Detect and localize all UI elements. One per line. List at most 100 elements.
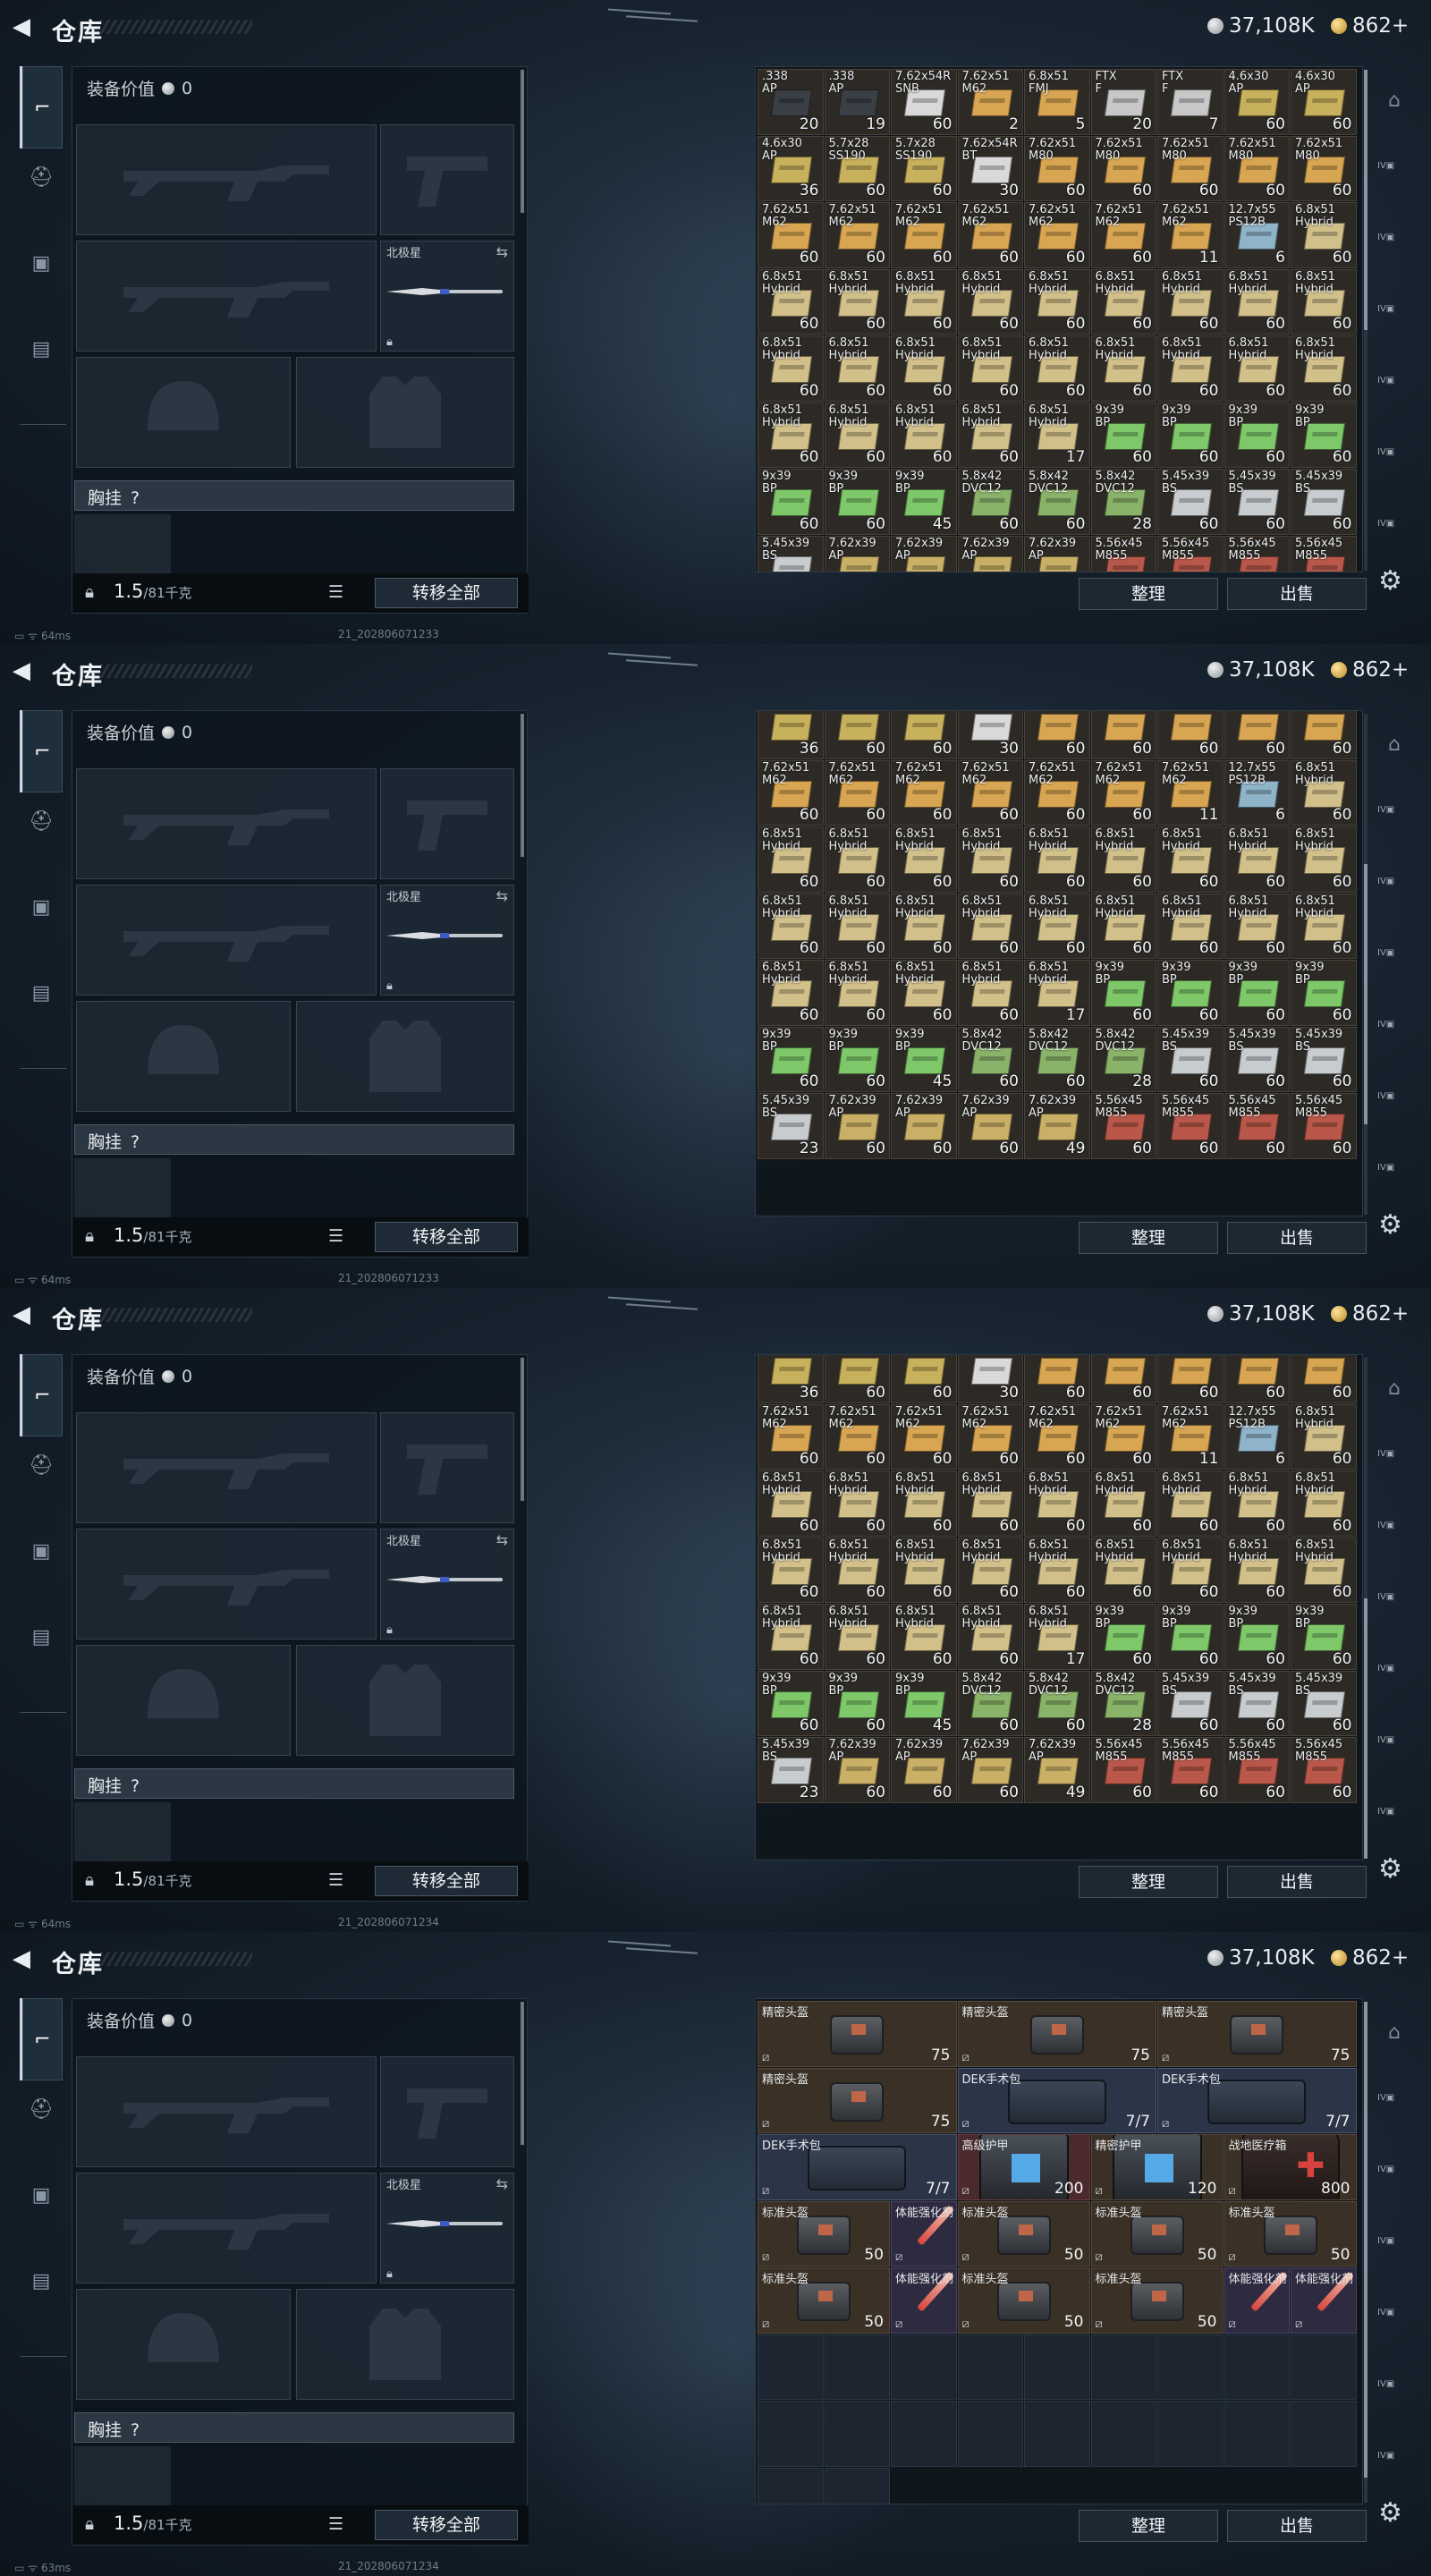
ammo-item[interactable]: 7.62x39 AP 49 <box>1024 1737 1090 1803</box>
ammo-item[interactable]: 7.62x51 M62 60 <box>1024 1403 1090 1470</box>
tab-vest-icon[interactable]: ▣ <box>20 886 63 928</box>
page-iv-icon[interactable]: IV▣ <box>1377 1449 1411 1479</box>
ammo-item[interactable]: 6.8x51 Hybrid 60 <box>758 826 824 893</box>
ammo-item[interactable]: 6.8x51 Hybrid 60 <box>1291 1537 1357 1603</box>
ammo-item[interactable]: 6.8x51 Hybrid 60 <box>824 893 890 959</box>
ammo-item[interactable]: 9x39 BP 45 <box>891 1670 957 1736</box>
ammo-item[interactable]: FTX F 20 <box>1090 69 1156 135</box>
ammo-item[interactable]: 5.56x45 M855 60 <box>1090 1737 1156 1803</box>
warehouse-scrollbar[interactable] <box>1364 70 1367 571</box>
page-iv-icon[interactable]: IV▣ <box>1377 805 1411 835</box>
helmet-slot[interactable] <box>76 2289 291 2400</box>
ammo-item[interactable]: 30 <box>957 711 1023 759</box>
ammo-item[interactable]: 6.8x51 Hybrid 60 <box>891 1537 957 1603</box>
sidearm-slot[interactable] <box>380 2056 514 2167</box>
gear-icon[interactable]: ⚙ <box>1378 565 1402 597</box>
ammo-item[interactable]: 5.7x28 SS190 60 <box>891 135 957 201</box>
ammo-item[interactable]: 6.8x51 FMJ 5 <box>1024 69 1090 135</box>
ammo-item[interactable]: 60 <box>1024 711 1090 759</box>
empty-slot[interactable] <box>891 2334 957 2400</box>
ammo-item[interactable]: 6.8x51 Hybrid 60 <box>824 1470 890 1537</box>
gear-item[interactable]: 标准头盔 ⧄ 50 <box>1224 2200 1357 2267</box>
ammo-item[interactable]: 6.8x51 Hybrid 60 <box>957 1604 1023 1670</box>
ammo-item[interactable]: 5.8x42 DVC12 60 <box>1024 1670 1090 1736</box>
swap-icon[interactable]: ⇆ <box>496 243 508 260</box>
ammo-item[interactable]: 5.7x28 SS190 60 <box>824 135 890 201</box>
ammo-item[interactable]: 6.8x51 Hybrid 60 <box>1224 335 1290 402</box>
ammo-item[interactable]: 6.8x51 Hybrid 60 <box>1291 268 1357 335</box>
scroll-thumb[interactable] <box>1364 1597 1367 1859</box>
ammo-item[interactable]: 5.56x45 M855 <box>1224 535 1290 572</box>
ammo-item[interactable]: 5.56x45 M855 <box>1291 535 1357 572</box>
scroll-thumb[interactable] <box>1364 70 1367 331</box>
ammo-item[interactable]: 9x39 BP 60 <box>1224 402 1290 468</box>
list-icon[interactable]: ☰ <box>328 582 343 602</box>
chest-rig-header[interactable]: 胸挂? <box>74 2412 514 2443</box>
ammo-item[interactable]: 6.8x51 Hybrid 60 <box>891 893 957 959</box>
page-iv-icon[interactable]: IV▣ <box>1377 161 1411 191</box>
page-iv-icon[interactable]: IV▣ <box>1377 1664 1411 1694</box>
chest-rig-header[interactable]: 胸挂? <box>74 1768 514 1799</box>
ammo-item[interactable]: 5.56x45 M855 60 <box>1224 1737 1290 1803</box>
ammo-item[interactable]: 9x39 BP 60 <box>824 469 890 535</box>
ammo-item[interactable]: 7.62x39 AP 60 <box>957 1093 1023 1159</box>
gear-item[interactable]: DEK手术包 ⧄ 7/7 <box>758 2134 957 2200</box>
ammo-item[interactable]: 7.62x51 M80 60 <box>1090 135 1156 201</box>
tab-backpack-icon[interactable]: ▤ <box>20 327 63 370</box>
ammo-item[interactable]: 9x39 BP 45 <box>891 1026 957 1092</box>
ammo-item[interactable]: 7.62x39 AP <box>891 535 957 572</box>
ammo-item[interactable]: 6.8x51 Hybrid 60 <box>1157 1537 1224 1603</box>
swap-icon[interactable]: ⇆ <box>496 2175 508 2192</box>
page-iv-icon[interactable]: IV▣ <box>1377 376 1411 406</box>
ammo-item[interactable]: 6.8x51 Hybrid 60 <box>1090 1470 1156 1537</box>
melee-slot[interactable]: 北极星 ⇆ 🔒︎ <box>380 2173 514 2284</box>
secondary-weapon-slot[interactable] <box>76 241 377 352</box>
ammo-item[interactable]: 6.8x51 Hybrid 60 <box>824 1537 890 1603</box>
ammo-item[interactable]: 6.8x51 Hybrid 17 <box>1024 960 1090 1026</box>
page-iv-icon[interactable]: IV▣ <box>1377 304 1411 335</box>
ammo-item[interactable]: 9x39 BP 60 <box>824 1026 890 1092</box>
ammo-item[interactable]: 60 <box>1090 1355 1156 1403</box>
empty-slot[interactable] <box>1024 2401 1090 2467</box>
ammo-item[interactable]: 6.8x51 Hybrid 60 <box>891 1470 957 1537</box>
list-icon[interactable]: ☰ <box>328 1870 343 1890</box>
ammo-item[interactable]: 7.62x54R SNB 60 <box>891 69 957 135</box>
ammo-item[interactable]: 6.8x51 Hybrid 60 <box>758 268 824 335</box>
ammo-item[interactable]: 6.8x51 Hybrid 60 <box>957 1537 1023 1603</box>
safe-icon[interactable]: ⌂ <box>1377 1377 1411 1408</box>
ammo-item[interactable]: 60 <box>1224 1355 1290 1403</box>
sell-button[interactable]: 出售 <box>1227 2510 1367 2542</box>
ammo-item[interactable]: 7.62x39 AP 49 <box>1024 1093 1090 1159</box>
empty-slot[interactable] <box>824 2401 890 2467</box>
ammo-item[interactable]: 6.8x51 Hybrid 60 <box>1291 1403 1357 1470</box>
ammo-item[interactable]: 9x39 BP 60 <box>1157 960 1224 1026</box>
ammo-item[interactable]: 6.8x51 Hybrid 60 <box>824 335 890 402</box>
empty-slot[interactable] <box>1090 2334 1156 2400</box>
empty-slot[interactable] <box>1157 2401 1224 2467</box>
ammo-item[interactable]: 6.8x51 Hybrid 60 <box>1090 826 1156 893</box>
ammo-item[interactable]: 7.62x51 M62 60 <box>1090 759 1156 826</box>
loadout-scrollbar[interactable] <box>521 70 524 213</box>
gold-currency[interactable]: 862+ <box>1331 14 1409 38</box>
gear-item[interactable]: 标准头盔 ⧄ 50 <box>957 2200 1090 2267</box>
ammo-item[interactable]: 9x39 BP 60 <box>758 1670 824 1736</box>
empty-slot[interactable] <box>891 2401 957 2467</box>
melee-slot[interactable]: 北极星 ⇆ 🔒︎ <box>380 1529 514 1640</box>
page-iv-icon[interactable]: IV▣ <box>1377 1521 1411 1551</box>
chest-rig-header[interactable]: 胸挂? <box>74 480 514 511</box>
ammo-item[interactable]: 7.62x39 AP 60 <box>891 1737 957 1803</box>
helmet-slot[interactable] <box>76 1001 291 1112</box>
ammo-item[interactable]: 7.62x51 M62 60 <box>891 1403 957 1470</box>
loadout-scrollbar[interactable] <box>521 2002 524 2145</box>
ammo-item[interactable]: 5.8x42 DVC12 60 <box>957 469 1023 535</box>
ammo-item[interactable]: 9x39 BP 60 <box>1224 960 1290 1026</box>
ammo-item[interactable]: 6.8x51 Hybrid 17 <box>1024 1604 1090 1670</box>
ammo-item[interactable]: 6.8x51 Hybrid 60 <box>1224 1470 1290 1537</box>
ammo-item[interactable]: 6.8x51 Hybrid 60 <box>758 1470 824 1537</box>
ammo-item[interactable]: 6.8x51 Hybrid 60 <box>1291 826 1357 893</box>
armor-slot[interactable] <box>296 357 514 468</box>
swap-icon[interactable]: ⇆ <box>496 887 508 904</box>
empty-slot[interactable] <box>957 2334 1023 2400</box>
ammo-item[interactable]: 6.8x51 Hybrid 60 <box>1024 335 1090 402</box>
empty-slot[interactable] <box>1224 2401 1290 2467</box>
